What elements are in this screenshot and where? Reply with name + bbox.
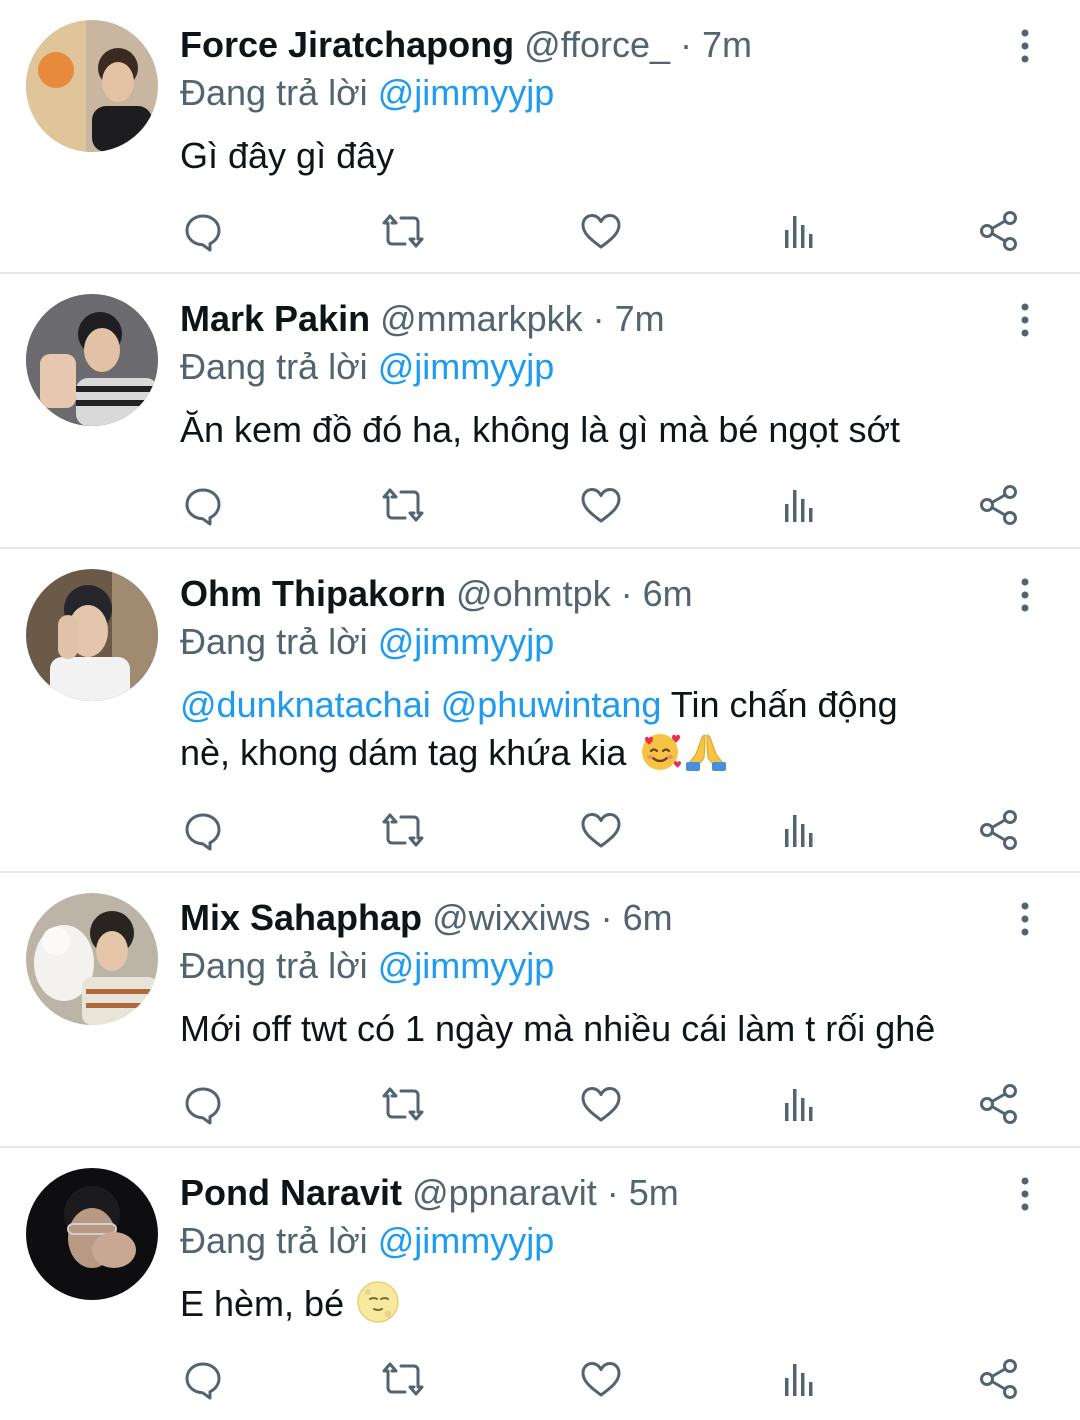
retweet-icon[interactable] xyxy=(380,208,426,254)
share-icon[interactable] xyxy=(976,1356,1022,1402)
analytics-icon[interactable] xyxy=(778,482,824,528)
avatar[interactable] xyxy=(26,1168,158,1300)
action-bar xyxy=(180,208,1080,254)
reply-to-mention[interactable]: @jimmyyjp xyxy=(378,1220,555,1261)
reply-to-mention[interactable]: @jimmyyjp xyxy=(378,72,555,113)
share-icon[interactable] xyxy=(976,807,1022,853)
share-icon[interactable] xyxy=(976,208,1022,254)
tweet-text: Gì đây gì đây xyxy=(180,135,395,176)
tweet-text: @dunknatachai @phuwintang Tin chấn động n… xyxy=(180,681,1060,777)
avatar[interactable] xyxy=(26,893,158,1025)
tweet-item[interactable]: Pond Naravit @ppnaravit · 5m Đang trả lờ… xyxy=(0,1148,1080,1420)
more-options-icon[interactable] xyxy=(1010,300,1040,340)
handle-and-time: @ppnaravit · 5m xyxy=(412,1172,679,1213)
display-name[interactable]: Force Jiratchapong xyxy=(180,24,514,65)
replying-label: Đang trả lời xyxy=(180,621,368,662)
retweet-icon[interactable] xyxy=(380,1081,426,1127)
analytics-icon[interactable] xyxy=(778,1081,824,1127)
tweet-text: E hèm, bé xyxy=(180,1280,1060,1328)
more-options-icon[interactable] xyxy=(1010,26,1040,66)
tweet-text: Ăn kem đồ đó ha, không là gì mà bé ngọt … xyxy=(180,409,901,450)
like-icon[interactable] xyxy=(578,807,624,853)
action-bar xyxy=(180,482,1080,528)
analytics-icon[interactable] xyxy=(778,1356,824,1402)
handle-and-time: @fforce_ · 7m xyxy=(524,24,753,65)
tweet-text-part: nè, khong dám tag khứa kia xyxy=(180,732,627,773)
mention-link[interactable]: @dunknatachai xyxy=(180,684,431,725)
tweet-item[interactable]: Ohm Thipakorn @ohmtpk · 6m Đang trả lời … xyxy=(0,549,1080,873)
reply-icon[interactable] xyxy=(180,807,226,853)
display-name[interactable]: Pond Naravit xyxy=(180,1172,402,1213)
reply-to-mention[interactable]: @jimmyyjp xyxy=(378,346,555,387)
display-name[interactable]: Mix Sahaphap xyxy=(180,897,422,938)
reply-icon[interactable] xyxy=(180,208,226,254)
retweet-icon[interactable] xyxy=(380,1356,426,1402)
share-icon[interactable] xyxy=(976,1081,1022,1127)
handle-and-time: @mmarkpkk · 7m xyxy=(380,298,665,339)
replying-label: Đang trả lời xyxy=(180,72,368,113)
reply-icon[interactable] xyxy=(180,1081,226,1127)
replying-label: Đang trả lời xyxy=(180,945,368,986)
display-name[interactable]: Mark Pakin xyxy=(180,298,370,339)
replying-label: Đang trả lời xyxy=(180,1220,368,1261)
replying-to-line: Đang trả lời @jimmyyjp xyxy=(180,72,554,114)
handle-and-time: @ohmtpk · 6m xyxy=(456,573,693,614)
moon-face-emoji xyxy=(356,1280,400,1324)
retweet-icon[interactable] xyxy=(380,482,426,528)
reply-to-mention[interactable]: @jimmyyjp xyxy=(378,945,555,986)
like-icon[interactable] xyxy=(578,208,624,254)
avatar[interactable] xyxy=(26,294,158,426)
like-icon[interactable] xyxy=(578,1356,624,1402)
retweet-icon[interactable] xyxy=(380,807,426,853)
mention-link[interactable]: @phuwintang xyxy=(441,684,662,725)
avatar[interactable] xyxy=(26,569,158,701)
more-options-icon[interactable] xyxy=(1010,1174,1040,1214)
tweet-text-part: Tin chấn động xyxy=(670,684,898,725)
tweet-item[interactable]: Force Jiratchapong @fforce_ · 7m Đang tr… xyxy=(0,0,1080,274)
more-options-icon[interactable] xyxy=(1010,575,1040,615)
reply-feed: Force Jiratchapong @fforce_ · 7m Đang tr… xyxy=(0,0,1080,1420)
reply-icon[interactable] xyxy=(180,1356,226,1402)
analytics-icon[interactable] xyxy=(778,807,824,853)
folded-hands-emoji xyxy=(684,729,728,773)
action-bar xyxy=(180,807,1080,853)
like-icon[interactable] xyxy=(578,1081,624,1127)
reply-to-mention[interactable]: @jimmyyjp xyxy=(378,621,555,662)
tweet-item[interactable]: Mark Pakin @mmarkpkk · 7m Đang trả lời @… xyxy=(0,274,1080,549)
replying-to-line: Đang trả lời @jimmyyjp xyxy=(180,346,554,388)
more-options-icon[interactable] xyxy=(1010,899,1040,939)
like-icon[interactable] xyxy=(578,482,624,528)
tweet-text: Mới off twt có 1 ngày mà nhiều cái làm t… xyxy=(180,1008,936,1049)
display-name[interactable]: Ohm Thipakorn xyxy=(180,573,446,614)
replying-label: Đang trả lời xyxy=(180,346,368,387)
avatar[interactable] xyxy=(26,20,158,152)
share-icon[interactable] xyxy=(976,482,1022,528)
reply-icon[interactable] xyxy=(180,482,226,528)
handle-and-time: @wixxiws · 6m xyxy=(432,897,673,938)
action-bar xyxy=(180,1356,1080,1402)
replying-to-line: Đang trả lời @jimmyyjp xyxy=(180,1220,554,1262)
tweet-text-part: E hèm, bé xyxy=(180,1283,345,1324)
analytics-icon[interactable] xyxy=(778,208,824,254)
smiling-face-with-hearts-emoji xyxy=(638,729,682,773)
action-bar xyxy=(180,1081,1080,1127)
tweet-item[interactable]: Mix Sahaphap @wixxiws · 6m Đang trả lời … xyxy=(0,873,1080,1148)
replying-to-line: Đang trả lời @jimmyyjp xyxy=(180,621,554,663)
replying-to-line: Đang trả lời @jimmyyjp xyxy=(180,945,554,987)
